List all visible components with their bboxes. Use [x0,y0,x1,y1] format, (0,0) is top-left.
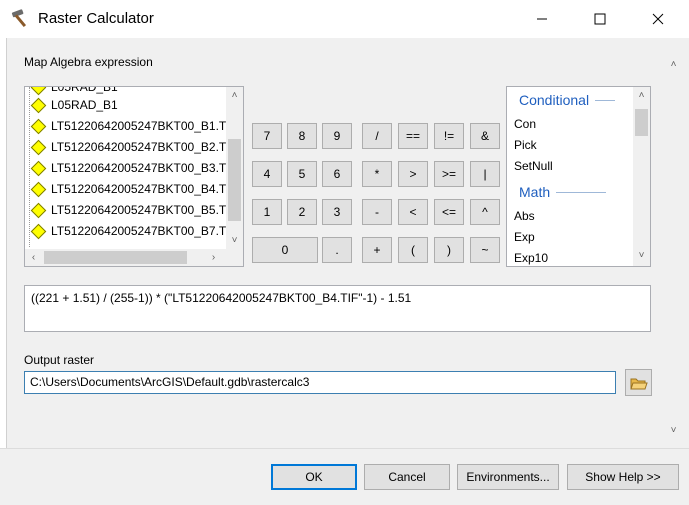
raster-layer-icon [30,87,47,95]
maximize-button[interactable] [577,0,623,38]
tools-vscrollbar[interactable]: ˄ ˅ [633,87,650,266]
minimize-icon [537,18,547,20]
raster-layer-icon [30,223,47,239]
layer-vscrollbar[interactable]: ˄ ˅ [226,87,243,249]
title-bar: Raster Calculator [0,0,689,38]
calc-button-equal[interactable]: == [398,123,428,149]
calc-button-8[interactable]: 8 [287,123,317,149]
calc-button-xor[interactable]: ^ [470,199,500,225]
layer-list[interactable]: L05RAD_B1 L05RAD_B1 LT51220642005247BKT0… [24,86,244,267]
calc-button-4[interactable]: 4 [252,161,282,187]
window-title: Raster Calculator [38,10,154,27]
tool-category-label: Math [519,184,551,200]
output-raster-label: Output raster [24,353,95,367]
maximize-icon [594,13,606,25]
calc-button-greater[interactable]: > [398,161,428,187]
tool-item-setnull[interactable]: SetNull [514,159,553,173]
calc-button-greater-equal[interactable]: >= [434,161,464,187]
raster-layer-icon [30,118,47,134]
calc-button-divide[interactable]: / [362,123,392,149]
expression-label: Map Algebra expression [24,55,153,69]
layer-label: LT51220642005247BKT00_B7.T [51,224,227,238]
raster-layer-icon [30,139,47,155]
chevron-right-icon[interactable]: › [205,249,222,266]
divider [595,99,616,101]
calc-button-or[interactable]: | [470,161,500,187]
calc-button-close-paren[interactable]: ) [434,237,464,263]
layer-item[interactable]: LT51220642005247BKT00_B5.T [29,200,226,220]
layer-item[interactable]: LT51220642005247BKT00_B1.T [29,116,226,136]
calc-button-open-paren[interactable]: ( [398,237,428,263]
tool-item-abs[interactable]: Abs [514,209,535,223]
calc-button-minus[interactable]: - [362,199,392,225]
scroll-thumb[interactable] [44,251,187,264]
calc-button-not-equal[interactable]: != [434,123,464,149]
browse-button[interactable] [625,369,652,396]
tool-category-conditional: Conditional [519,92,616,108]
layer-item[interactable]: L05RAD_B1 [29,95,118,115]
calc-button-2[interactable]: 2 [287,199,317,225]
layer-label: LT51220642005247BKT00_B5.T [51,203,227,217]
layer-item[interactable]: LT51220642005247BKT00_B4.T [29,179,226,199]
calc-button-1[interactable]: 1 [252,199,282,225]
calc-button-less[interactable]: < [398,199,428,225]
tool-category-label: Conditional [519,92,590,108]
calc-button-not[interactable]: ~ [470,237,500,263]
calc-button-less-equal[interactable]: <= [434,199,464,225]
chevron-up-icon[interactable]: ˄ [226,87,243,104]
chevron-up-icon[interactable]: ˄ [633,87,650,104]
close-button[interactable] [635,0,681,38]
raster-layer-icon [30,202,47,218]
calc-button-6[interactable]: 6 [322,161,352,187]
tool-item-exp[interactable]: Exp [514,230,535,244]
chevron-left-icon[interactable]: ‹ [25,249,42,266]
show-help-button[interactable]: Show Help >> [567,464,679,490]
calc-button-multiply[interactable]: * [362,161,392,187]
tools-list[interactable]: Conditional Con Pick SetNull Math Abs Ex… [506,86,651,267]
chevron-up-icon[interactable]: ˄ [665,56,682,73]
tool-item-pick[interactable]: Pick [514,138,537,152]
calc-button-7[interactable]: 7 [252,123,282,149]
expression-textbox[interactable]: ((221 + 1.51) / (255-1)) * ("LT512206420… [24,285,651,332]
layer-label: LT51220642005247BKT00_B4.T [51,182,227,196]
calc-button-plus[interactable]: + [362,237,392,263]
hammer-icon [11,9,27,28]
layer-label: L05RAD_B1 [51,98,118,112]
raster-layer-icon [30,160,47,176]
chevron-down-icon[interactable]: ˅ [665,422,682,439]
calc-button-3[interactable]: 3 [322,199,352,225]
chevron-down-icon[interactable]: ˅ [633,247,650,264]
layer-item[interactable]: LT51220642005247BKT00_B3.T [29,158,226,178]
chevron-down-icon[interactable]: ˅ [226,232,243,249]
close-icon [652,13,664,25]
cancel-button[interactable]: Cancel [364,464,450,490]
open-folder-icon [629,378,648,389]
calc-button-decimal[interactable]: . [322,237,352,263]
layer-label: L05RAD_B1 [51,86,118,94]
raster-layer-icon [30,181,47,197]
raster-layer-icon [30,97,47,113]
calc-button-0[interactable]: 0 [252,237,318,263]
layer-label: LT51220642005247BKT00_B1.T [51,119,227,133]
divider [556,191,607,193]
tool-item-exp10[interactable]: Exp10 [514,251,548,265]
tool-item-con[interactable]: Con [514,117,536,131]
ok-button[interactable]: OK [271,464,357,490]
scroll-thumb[interactable] [635,109,648,136]
layer-item[interactable]: LT51220642005247BKT00_B7.T [29,221,226,241]
output-raster-input[interactable]: C:\Users\Documents\ArcGIS\Default.gdb\ra… [24,371,616,394]
layer-label: LT51220642005247BKT00_B3.T [51,161,227,175]
tool-category-math: Math [519,184,607,200]
calc-button-9[interactable]: 9 [322,123,352,149]
layer-item[interactable]: LT51220642005247BKT00_B2.T [29,137,226,157]
layer-label: LT51220642005247BKT00_B2.T [51,140,227,154]
minimize-button[interactable] [519,0,565,38]
calc-button-5[interactable]: 5 [287,161,317,187]
scroll-thumb[interactable] [228,139,241,221]
layer-hscrollbar[interactable]: ‹ › [25,249,243,266]
environments-button[interactable]: Environments... [457,464,559,490]
calc-button-and[interactable]: & [470,123,500,149]
